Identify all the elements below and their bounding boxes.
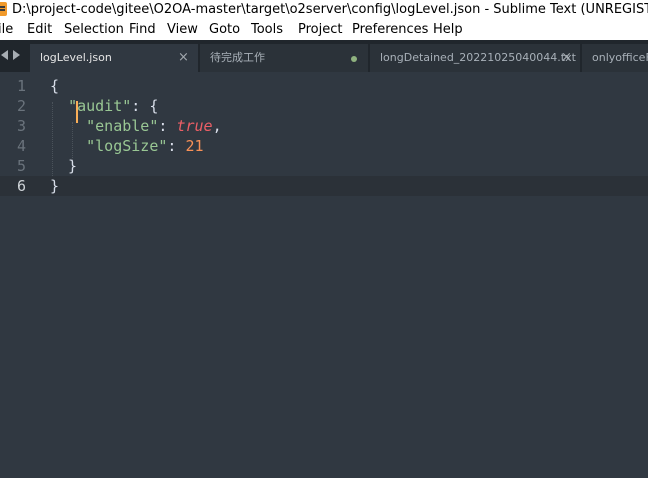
code-token: : <box>167 137 186 155</box>
menu-help[interactable]: Help <box>433 19 463 40</box>
tab-longdetained-txt[interactable]: longDetained_20221025040044.txt × <box>370 44 580 72</box>
tab-pending-work[interactable]: 待完成工作 <box>200 44 368 72</box>
code-line[interactable]: 4 "logSize": 21 <box>0 136 648 156</box>
menu-file[interactable]: ile <box>0 19 13 40</box>
tab-scroll-left-icon[interactable] <box>1 50 8 60</box>
code-token: : { <box>131 97 159 115</box>
code-token: 21 <box>185 137 204 155</box>
code-text: } <box>50 176 59 196</box>
line-number: 3 <box>16 117 26 135</box>
menu-find[interactable]: Find <box>129 19 156 40</box>
line-number: 2 <box>16 97 26 115</box>
code-editor[interactable]: 1{2 "audit": {3 "enable": true, 4 "logSiz… <box>0 72 648 478</box>
code-token: : <box>158 117 177 135</box>
code-line[interactable]: 3 "enable": true, <box>0 116 648 136</box>
code-token: true <box>176 117 213 135</box>
tab-bar: logLevel.json × 待完成工作 longDetained_20221… <box>0 40 648 72</box>
code-text: { <box>50 76 59 96</box>
tab-scroll-right-icon[interactable] <box>13 50 20 60</box>
code-token: "logSize" <box>86 137 168 155</box>
tab-label: 待完成工作 <box>210 51 265 64</box>
tab-label: logLevel.json <box>40 51 112 64</box>
code-line[interactable]: 2 "audit": { <box>0 96 648 116</box>
tab-label: onlyofficeFi <box>592 51 648 64</box>
code-token: { <box>50 77 60 95</box>
code-token: , <box>212 117 222 135</box>
unsaved-dot-icon[interactable] <box>351 56 357 62</box>
code-line[interactable]: 6} <box>0 176 648 196</box>
line-number: 1 <box>16 77 26 95</box>
code-line[interactable]: 5 } <box>0 156 648 176</box>
menu-bar: ile Edit Selection Find View Goto Tools … <box>0 19 648 40</box>
code-line[interactable]: 1{ <box>0 76 648 96</box>
code-token: } <box>50 157 78 175</box>
close-icon[interactable]: × <box>561 44 572 72</box>
line-number: 6 <box>16 177 26 195</box>
window-titlebar: D:\project-code\gitee\O2OA-master\target… <box>0 0 648 19</box>
code-text: "audit": { <box>50 96 158 116</box>
menu-goto[interactable]: Goto <box>209 19 240 40</box>
tab-loglevel-json[interactable]: logLevel.json × <box>30 44 198 72</box>
tab-label: longDetained_20221025040044.txt <box>380 51 576 64</box>
close-icon[interactable]: × <box>178 44 189 72</box>
menu-project[interactable]: Project <box>298 19 342 40</box>
tab-onlyoffice[interactable]: onlyofficeFi <box>582 44 648 72</box>
text-caret <box>76 101 78 123</box>
code-text: } <box>50 156 77 176</box>
line-number: 5 <box>16 157 26 175</box>
sublime-app-icon <box>0 2 7 16</box>
menu-selection[interactable]: Selection <box>64 19 124 40</box>
menu-preferences[interactable]: Preferences <box>352 19 428 40</box>
menu-edit[interactable]: Edit <box>27 19 52 40</box>
code-text: "logSize": 21 <box>50 136 204 156</box>
line-number: 4 <box>16 137 26 155</box>
menu-view[interactable]: View <box>167 19 198 40</box>
code-token: } <box>50 177 60 195</box>
window-title: D:\project-code\gitee\O2OA-master\target… <box>12 2 648 17</box>
code-token: "enable" <box>86 117 159 135</box>
menu-tools[interactable]: Tools <box>251 19 283 40</box>
